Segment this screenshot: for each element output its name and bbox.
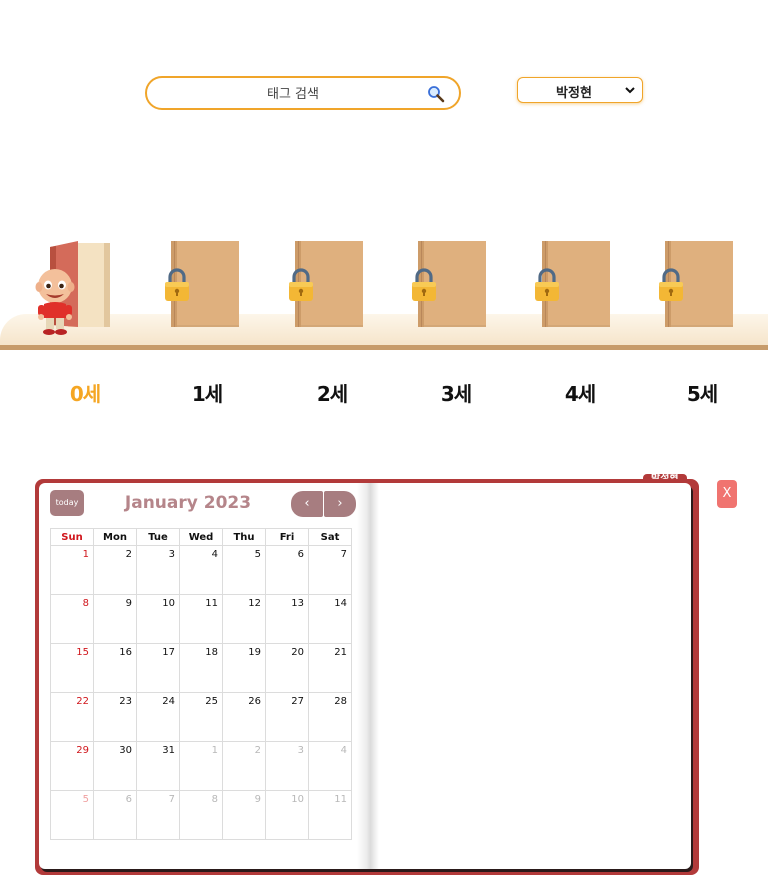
calendar-day[interactable]: 24 [136, 692, 180, 742]
calendar-day[interactable]: 4 [179, 545, 223, 595]
weekday-header-row: Sun Mon Tue Wed Thu Fri Sat [50, 528, 352, 546]
calendar-day[interactable]: 20 [265, 643, 309, 693]
age-tab-1[interactable]: 1세 [177, 378, 237, 407]
calendar-week-row: 8 9 10 11 12 13 14 [50, 594, 352, 644]
calendar-day[interactable]: 19 [222, 643, 266, 693]
weekday-header: Wed [179, 528, 223, 546]
baby-character [35, 269, 75, 335]
bookshelf-edge [0, 345, 768, 350]
calendar-day[interactable]: 31 [136, 741, 180, 791]
calendar-day[interactable]: 1 [50, 545, 94, 595]
weekday-header: Thu [222, 528, 266, 546]
calendar-week-row: 22 23 24 25 26 27 28 [50, 692, 352, 742]
calendar-day[interactable]: 12 [222, 594, 266, 644]
calendar-day-other-month[interactable]: 11 [308, 790, 352, 840]
prev-month-button[interactable]: ‹ [291, 491, 323, 517]
page-fold [357, 483, 379, 869]
calendar-day-other-month[interactable]: 7 [136, 790, 180, 840]
calendar-day[interactable]: 14 [308, 594, 352, 644]
user-select-value: 박정현 [556, 86, 592, 101]
calendar-day[interactable]: 7 [308, 545, 352, 595]
calendar-day[interactable]: 17 [136, 643, 180, 693]
lock-icon [659, 268, 683, 301]
today-button[interactable]: today [50, 490, 84, 516]
calendar-day[interactable]: 26 [222, 692, 266, 742]
calendar-day[interactable]: 28 [308, 692, 352, 742]
calendar-day-other-month[interactable]: 9 [222, 790, 266, 840]
age-tab-0[interactable]: 0세 [55, 378, 115, 407]
calendar-day[interactable]: 11 [179, 594, 223, 644]
calendar-day-other-month[interactable]: 4 [308, 741, 352, 791]
weekday-header: Sat [308, 528, 352, 546]
calendar-day[interactable]: 15 [50, 643, 94, 693]
chevron-down-icon [625, 87, 635, 94]
bookshelf [0, 314, 768, 348]
calendar-day[interactable]: 21 [308, 643, 352, 693]
age-tab-2[interactable]: 2세 [302, 378, 362, 407]
user-select[interactable]: 박정현 [517, 77, 643, 103]
calendar-grid: Sun Mon Tue Wed Thu Fri Sat 1 2 3 4 5 6 … [50, 528, 352, 840]
calendar-day-other-month[interactable]: 2 [222, 741, 266, 791]
lock-icon [289, 268, 313, 301]
weekday-header: Mon [93, 528, 137, 546]
age-tab-4[interactable]: 4세 [550, 378, 610, 407]
calendar-day[interactable]: 16 [93, 643, 137, 693]
calendar-day[interactable]: 18 [179, 643, 223, 693]
calendar-week-row: 15 16 17 18 19 20 21 [50, 643, 352, 693]
age-tab-3[interactable]: 3세 [426, 378, 486, 407]
calendar-week-row: 1 2 3 4 5 6 7 [50, 545, 352, 595]
calendar-day[interactable]: 8 [50, 594, 94, 644]
next-month-button[interactable]: › [324, 491, 356, 517]
lock-icon [412, 268, 436, 301]
calendar-day[interactable]: 25 [179, 692, 223, 742]
close-button[interactable]: X [717, 480, 737, 508]
calendar-day[interactable]: 5 [222, 545, 266, 595]
age-tab-5[interactable]: 5세 [672, 378, 732, 407]
tag-search-input[interactable] [161, 83, 425, 105]
calendar-day-other-month[interactable]: 1 [179, 741, 223, 791]
weekday-header: Sun [50, 528, 94, 546]
calendar-day[interactable]: 2 [93, 545, 137, 595]
lock-icon [535, 268, 559, 301]
calendar-day[interactable]: 6 [265, 545, 309, 595]
calendar-week-row: 5 6 7 8 9 10 11 [50, 790, 352, 840]
calendar-title: January 2023 [124, 493, 252, 513]
calendar-week-row: 29 30 31 1 2 3 4 [50, 741, 352, 791]
calendar-day[interactable]: 23 [93, 692, 137, 742]
weekday-header: Tue [136, 528, 180, 546]
tag-search-bar [145, 76, 461, 110]
search-icon[interactable] [427, 85, 445, 103]
calendar-day[interactable]: 22 [50, 692, 94, 742]
calendar-day-other-month[interactable]: 10 [265, 790, 309, 840]
calendar-day[interactable]: 30 [93, 741, 137, 791]
lock-icon [165, 268, 189, 301]
calendar-day-other-month[interactable]: 6 [93, 790, 137, 840]
calendar-day-other-month[interactable]: 8 [179, 790, 223, 840]
calendar-day[interactable]: 3 [136, 545, 180, 595]
weekday-header: Fri [265, 528, 309, 546]
calendar-day[interactable]: 9 [93, 594, 137, 644]
calendar-day[interactable]: 13 [265, 594, 309, 644]
calendar-day[interactable]: 29 [50, 741, 94, 791]
calendar-day[interactable]: 10 [136, 594, 180, 644]
calendar-day[interactable]: 27 [265, 692, 309, 742]
calendar-day-other-month[interactable]: 3 [265, 741, 309, 791]
calendar-day-other-month[interactable]: 5 [50, 790, 94, 840]
